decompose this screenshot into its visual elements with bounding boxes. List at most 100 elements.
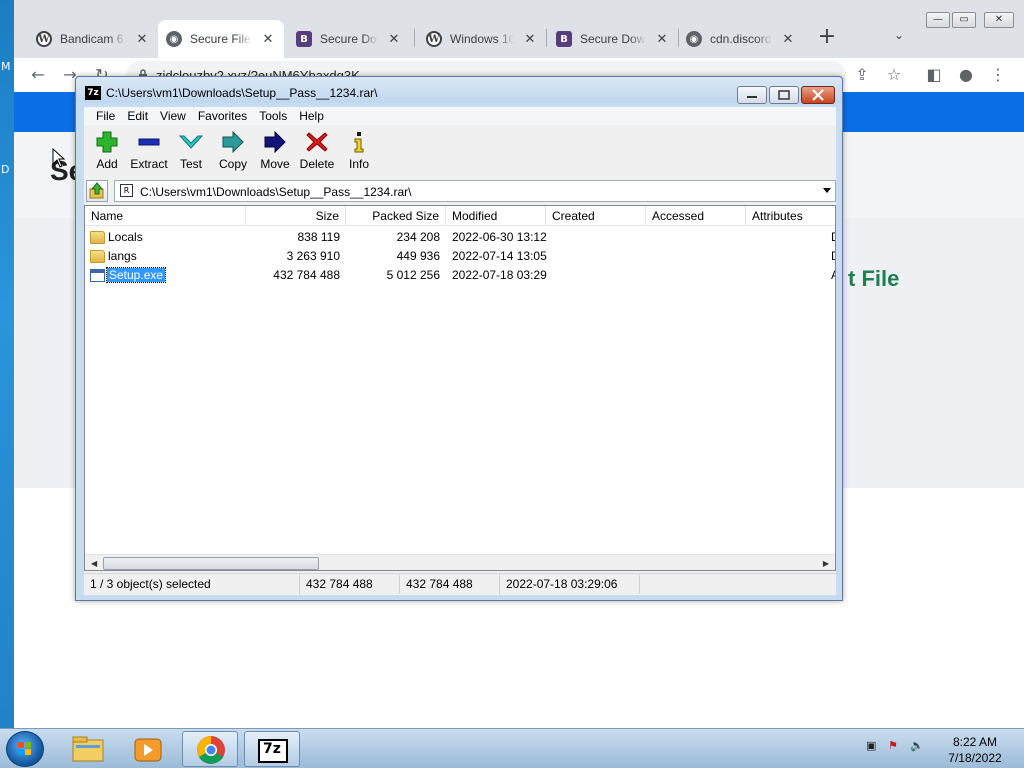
tab-title: Secure Download [320,32,378,46]
list-item[interactable]: Locals 838 119 234 208 2022-06-30 13:12 … [85,228,835,247]
download-heading: t File [848,266,900,291]
maximize-button[interactable]: ▭ [952,12,976,28]
folder-icon [90,250,105,263]
scroll-thumb[interactable] [103,557,319,570]
close-icon[interactable]: ✕ [386,32,402,47]
minimize-icon [747,96,757,98]
7zip-title-bar[interactable]: 7z C:\Users\vm1\Downloads\Setup__Pass__1… [76,77,842,104]
taskbar-7zip[interactable]: 7z [244,731,300,767]
wordpress-icon: W [36,31,52,47]
menu-tools[interactable]: Tools [253,107,293,125]
move-button[interactable]: Move [254,127,296,177]
close-button[interactable] [801,86,835,104]
add-button[interactable]: Add [86,127,128,177]
close-icon[interactable]: ✕ [522,32,538,47]
file-attributes: A [831,266,835,285]
maximize-icon [778,90,790,100]
path-combobox[interactable]: R C:\Users\vm1\Downloads\Setup__Pass__12… [114,180,836,202]
file-modified: 2022-06-30 13:12 [452,230,547,244]
taskbar-media-player[interactable] [120,731,176,767]
column-size[interactable]: Size [246,206,346,226]
menu-file[interactable]: File [90,107,121,125]
delete-button[interactable]: Delete [296,127,338,177]
menu-bar: File Edit View Favorites Tools Help [84,107,836,125]
bookmark-star-icon[interactable]: ☆ [882,63,906,87]
chevron-down-icon[interactable] [823,188,831,193]
status-packed: 432 784 488 [400,574,500,594]
7zip-taskbar-label: 7z [263,741,281,757]
column-accessed[interactable]: Accessed [646,206,746,226]
up-folder-button[interactable] [86,180,108,202]
file-name: Setup.exe [105,266,167,285]
clock[interactable]: 8:22 AM 7/18/2022 [944,734,1006,766]
tab-secure-download-2[interactable]: B Secure Download ✕ [548,20,678,58]
maximize-button[interactable] [769,86,799,104]
file-packed: 449 936 [396,249,440,263]
chevron-down-icon[interactable]: ⌄ [894,28,904,42]
clock-date: 7/18/2022 [948,751,1002,765]
menu-kebab-icon[interactable]: ⋮ [986,63,1010,87]
taskbar-explorer[interactable] [60,731,116,767]
menu-view[interactable]: View [154,107,192,125]
7zip-logo-icon: 7z [85,86,101,100]
extract-button[interactable]: Extract [128,127,170,177]
test-button[interactable]: Test [170,127,212,177]
list-item-selected[interactable]: Setup.exe 432 784 488 5 012 256 2022-07-… [85,266,835,285]
column-modified[interactable]: Modified [446,206,546,226]
bootstrap-icon: B [556,31,572,47]
share-icon[interactable]: ⇪ [850,63,874,87]
column-attributes[interactable]: Attributes [746,206,835,226]
tab-secure-download[interactable]: B Secure Download ✕ [288,20,410,58]
file-list: Name Size Packed Size Modified Created A… [84,205,836,571]
taskbar-chrome[interactable] [182,731,238,767]
tab-title: Secure File Sharing [190,32,252,46]
back-icon[interactable]: ← [26,63,50,87]
windows-logo-icon [18,742,32,756]
copy-button[interactable]: Copy [212,127,254,177]
menu-help[interactable]: Help [293,107,330,125]
column-name[interactable]: Name [85,206,246,226]
close-icon[interactable]: ✕ [780,32,796,47]
list-item[interactable]: langs 3 263 910 449 936 2022-07-14 13:05… [85,247,835,266]
exe-file-icon [90,269,105,282]
tab-title: Secure Download [580,32,646,46]
action-center-icon[interactable]: ⚑ [888,739,902,753]
menu-edit[interactable]: Edit [121,107,154,125]
minimize-button[interactable] [737,86,767,104]
info-icon [354,132,364,153]
extract-icon [138,138,160,146]
close-icon[interactable]: ✕ [134,32,150,47]
tab-bandicam[interactable]: W Bandicam 6.0. ✕ [28,20,158,58]
tab-strip: W Bandicam 6.0. ✕ ◉ Secure File Sharing … [14,0,1024,58]
new-tab-button[interactable]: + [816,26,838,48]
path-text: C:\Users\vm1\Downloads\Setup__Pass__1234… [140,185,412,199]
tab-discord-cdn[interactable]: ◉ cdn.discordapp.com ✕ [678,20,804,58]
media-player-icon [134,738,162,762]
network-icon[interactable]: ▣ [866,739,880,753]
file-packed: 5 012 256 [386,268,440,282]
column-packed-size[interactable]: Packed Size [346,206,446,226]
status-size: 432 784 488 [300,574,400,594]
menu-favorites[interactable]: Favorites [192,107,253,125]
volume-icon[interactable]: 🔈 [910,739,924,753]
tab-windows-activator[interactable]: W Windows 10 Activator ✕ [418,20,546,58]
7zip-window: 7z C:\Users\vm1\Downloads\Setup__Pass__1… [75,76,843,601]
tab-secure-file[interactable]: ◉ Secure File Sharing ✕ [158,20,284,58]
side-panel-icon[interactable]: ◧ [922,63,946,87]
close-icon[interactable]: ✕ [654,32,670,47]
file-size: 838 119 [297,230,341,244]
minimize-button[interactable]: — [926,12,950,28]
file-modified: 2022-07-18 03:29 [452,268,547,282]
info-button[interactable]: Info [338,127,380,177]
column-created[interactable]: Created [546,206,646,226]
close-window-button[interactable]: ✕ [984,12,1014,28]
profile-icon[interactable]: ● [954,63,978,87]
file-name: langs [108,249,137,263]
close-icon[interactable]: ✕ [260,32,276,47]
start-button[interactable] [6,731,44,767]
horizontal-scrollbar[interactable]: ◀ ▶ [85,554,835,570]
globe-icon: ◉ [686,31,702,47]
scroll-left-icon[interactable]: ◀ [91,559,97,568]
taskbar: 7z ▣ ⚑ 🔈 8:22 AM 7/18/2022 [0,728,1024,768]
scroll-right-icon[interactable]: ▶ [823,559,829,568]
